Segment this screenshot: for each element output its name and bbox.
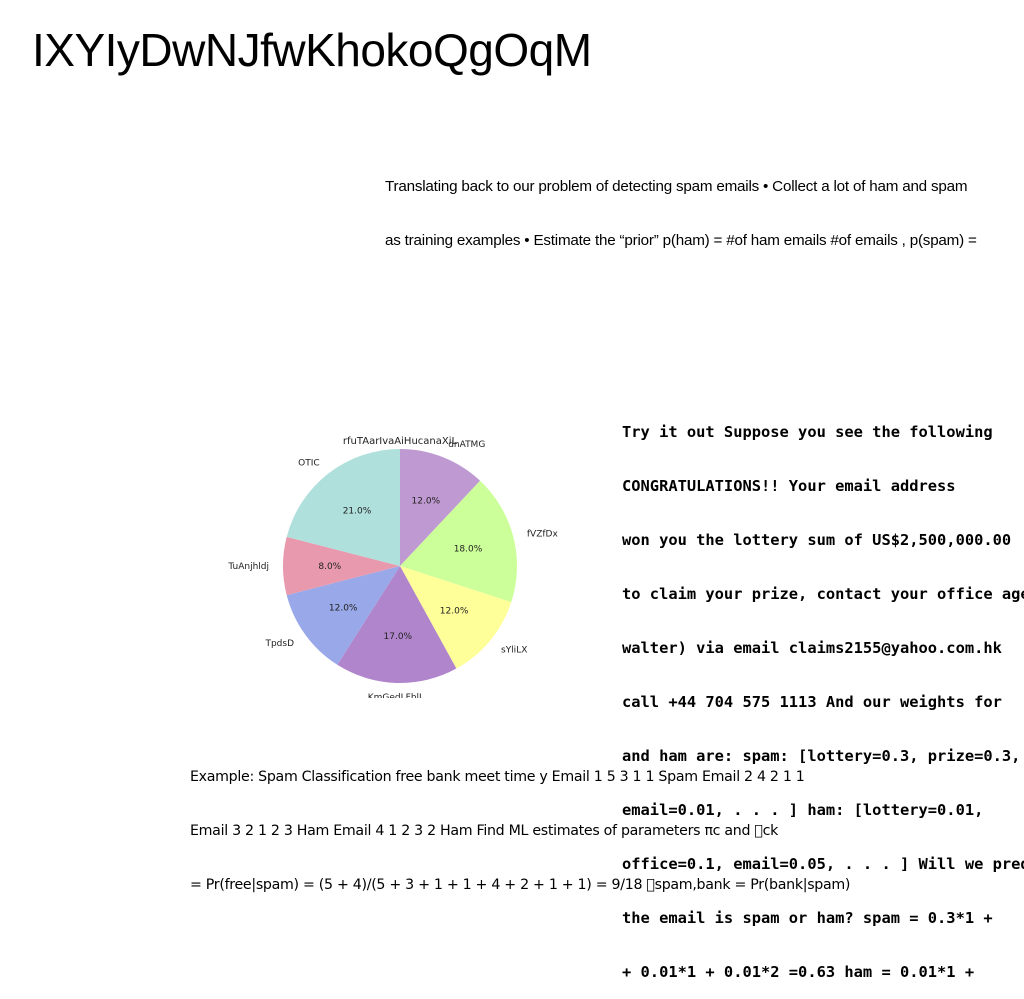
text-line: Try it out Suppose you see the following: [622, 423, 993, 441]
pie-chart: rfuTAarIvaAiHucanaXiL 12.0% dnATMG 18.0% fV…: [227, 436, 559, 698]
pie-category-label: TpdsD: [264, 639, 294, 649]
text-line: CONGRATULATIONS!! Your email address: [622, 477, 956, 495]
text-line: = Pr(free|spam) = (5 + 4)/(5 + 3 + 1 + 1…: [190, 877, 851, 893]
bottom-paragraph: Example: Spam Classification free bank m…: [190, 732, 890, 912]
pie-value-label: 12.0%: [412, 497, 441, 507]
text-line: call +44 704 575 1113 And our weights fo…: [622, 693, 1002, 711]
pie-value-label: 17.0%: [384, 632, 413, 642]
pie-value-label: 12.0%: [329, 603, 358, 613]
pie-category-label: fVZfDx: [527, 529, 559, 539]
text-line: as training examples • Estimate the “pri…: [385, 232, 977, 249]
pie-category-label: TuAnjhldj: [227, 562, 269, 572]
chart-title: rfuTAarIvaAiHucanaXiL: [343, 436, 458, 447]
text-line: Example: Spam Classification free bank m…: [190, 769, 805, 785]
intro-paragraph: Translating back to our problem of detec…: [385, 142, 1024, 268]
pie-value-label: 8.0%: [318, 562, 341, 572]
pie-value-label: 12.0%: [440, 607, 469, 617]
pie-category-label: OTIC: [298, 459, 320, 469]
pie-category-label: sYliLX: [501, 646, 527, 656]
text-line: to claim your prize, contact your office…: [622, 585, 1024, 603]
pie-category-label: KmGedLFblL: [368, 693, 424, 698]
pie-category-label: dnATMG: [448, 440, 485, 450]
pie-value-label: 21.0%: [343, 507, 372, 517]
text-line: Translating back to our problem of detec…: [385, 178, 968, 195]
text-line: won you the lottery sum of US$2,500,000.…: [622, 531, 1012, 549]
text-line: Email 3 2 1 2 3 Ham Email 4 1 2 3 2 Ham …: [190, 823, 779, 839]
text-line: walter) via email claims2155@yahoo.com.h…: [622, 639, 1002, 657]
page-title: IXYIyDwNJfwKhokoQgOqM: [32, 24, 592, 76]
text-line: + 0.01*1 + 0.01*2 =0.63 ham = 0.01*1 +: [622, 963, 975, 981]
pie-value-label: 18.0%: [454, 545, 483, 555]
